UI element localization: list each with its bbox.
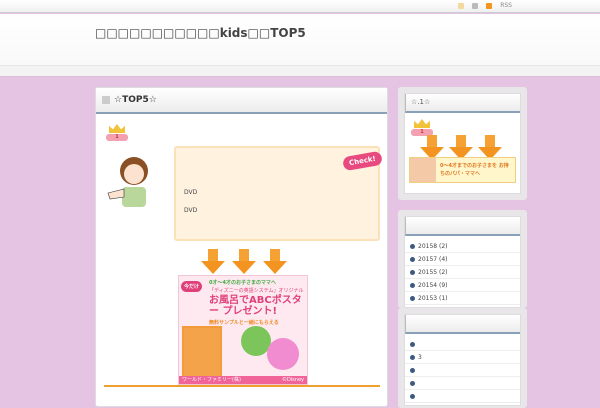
user-icon[interactable] (472, 2, 479, 9)
archive-item[interactable]: 20158 (2) (405, 240, 520, 253)
list-item[interactable] (405, 364, 520, 377)
bubble-text: DVD (184, 189, 198, 196)
down-arrow-icon (231, 249, 257, 275)
list-item[interactable] (405, 338, 520, 351)
site-header: □□□□□□□□□□□kids□□TOP5 (0, 14, 600, 66)
bullet-icon (410, 341, 415, 347)
banner-tag: 今だけ (181, 281, 203, 292)
sidebar-panel-rank: ☆.1☆ 1 0～4才までのお子さまを お持ちのパパ・ママへ (398, 87, 527, 200)
rss-icon[interactable] (486, 2, 493, 9)
list-item[interactable] (405, 377, 520, 390)
site-title[interactable]: □□□□□□□□□□□kids□□TOP5 (95, 26, 306, 40)
ad-banner[interactable]: 今だけ 0才～4才のお子さまのママへ 「ディズニーの英語システム」オリジナル お… (178, 275, 308, 385)
crown-rank-icon: 1 (106, 124, 128, 142)
post-title[interactable]: ☆TOP5☆ (114, 95, 157, 105)
check-badge: Check! (342, 150, 383, 172)
divider (104, 385, 380, 387)
sidebar-banner-text: 0～4才までのお子さまを お持ちのパパ・ママへ (440, 163, 509, 177)
sidebar-panel-title (405, 217, 520, 236)
banner-headline: お風呂でABCポスター プレゼント! (209, 295, 302, 317)
bullet-icon (410, 380, 415, 386)
archive-item[interactable]: 20154 (9) (405, 279, 520, 292)
poster-image (182, 326, 222, 378)
archive-item[interactable]: 20153 (1) (405, 292, 520, 305)
post-header: ☆TOP5☆ (96, 88, 387, 114)
dvd-image (267, 338, 299, 370)
bullet-icon (410, 282, 415, 288)
list-item[interactable] (405, 390, 520, 403)
list-item[interactable]: 3 (405, 351, 520, 364)
bullet-icon (410, 269, 415, 275)
bookmark-icon[interactable] (458, 2, 465, 9)
banner-line: 0才～4才のお子さまのママへ (209, 280, 276, 286)
archive-item[interactable]: 20157 (4) (405, 253, 520, 266)
nav-strip (0, 66, 600, 77)
banner-copyright: ©Disney (281, 377, 304, 383)
banner-line: 「ディズニーの英語システム」オリジナル (209, 288, 304, 294)
archive-item[interactable]: 20155 (2) (405, 266, 520, 279)
down-arrow-icon (200, 249, 226, 275)
bullet-icon (410, 354, 415, 360)
baby-image (410, 158, 436, 182)
sidebar-panel-list: 3 (398, 308, 527, 408)
bullet-icon (410, 367, 415, 373)
sidebar-ad-banner[interactable]: 0～4才までのお子さまを お持ちのパパ・ママへ (409, 157, 516, 183)
speech-bubble: Check! DVD DVD (174, 146, 383, 241)
woman-illustration-icon (107, 157, 148, 207)
post-icon (102, 96, 110, 104)
bullet-icon (410, 256, 415, 262)
top-bar: RSS (0, 0, 600, 13)
down-arrow-icon (262, 249, 288, 275)
bullet-icon (410, 295, 415, 301)
sidebar-panel-archives: 20158 (2) 20157 (4) 20155 (2) 20154 (9) … (398, 210, 527, 308)
sidebar-panel-title: ☆.1☆ (405, 94, 520, 113)
bubble-text: DVD (184, 207, 198, 214)
banner-line: 無料サンプルと一緒にもらえる (209, 320, 279, 326)
bullet-icon (410, 243, 415, 249)
arrow-group (200, 249, 288, 275)
main-panel: ☆TOP5☆ 1 Check! DVD DVD 今だけ 0才～4才のお子さまのマ… (95, 87, 388, 407)
banner-footer: ワールド・ファミリー(株) (182, 377, 241, 383)
bullet-icon (410, 393, 415, 399)
sidebar-panel-title (405, 315, 520, 334)
rss-link[interactable]: RSS (500, 2, 512, 9)
